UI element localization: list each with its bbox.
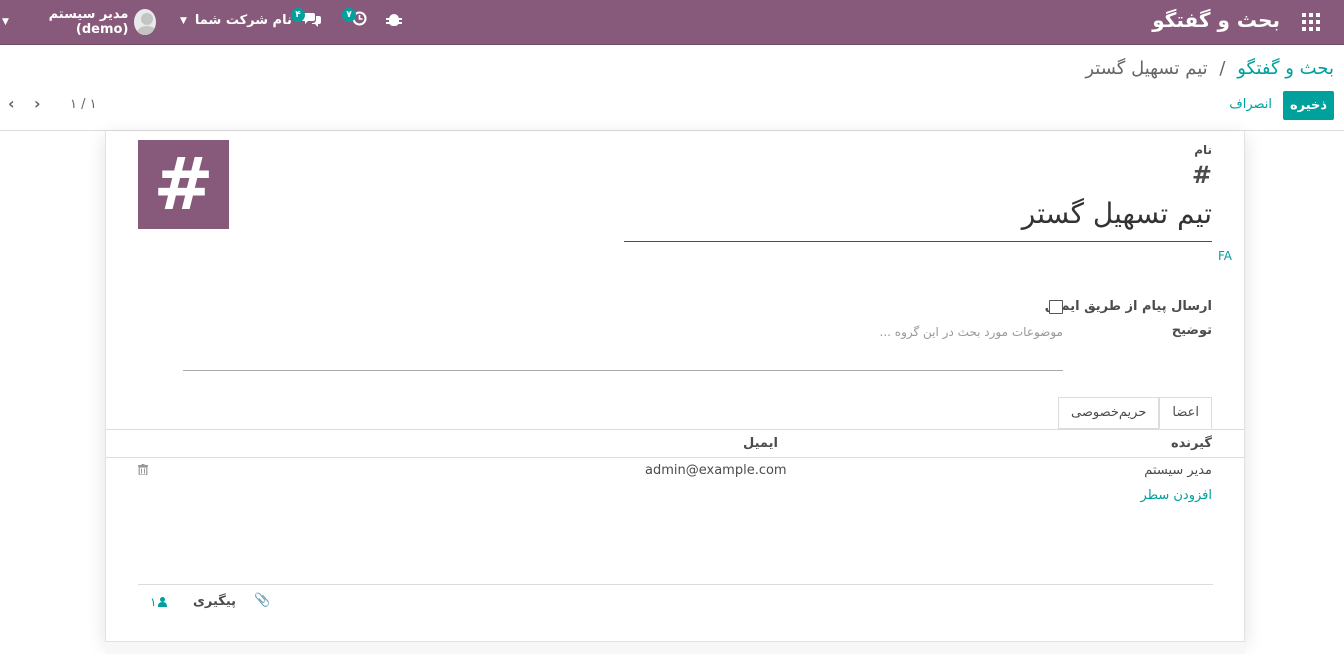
pager-value[interactable]: ۱ / ۱ (70, 97, 97, 112)
language-button[interactable]: FA (1218, 249, 1232, 263)
apps-menu-icon[interactable] (1302, 13, 1320, 31)
chevron-left-icon[interactable]: ‹ (8, 94, 15, 113)
tab-members[interactable]: اعضا (1159, 397, 1212, 429)
divider (138, 584, 1213, 585)
email-send-checkbox[interactable] (1049, 300, 1063, 314)
messaging-menu[interactable]: ۴ (291, 8, 321, 27)
chevron-right-icon[interactable]: › (34, 94, 41, 113)
follow-button[interactable]: پیگیری (193, 594, 236, 609)
user-icon (158, 597, 168, 607)
column-header-email[interactable]: ایمیل (743, 436, 778, 451)
user-menu[interactable]: مدیر سیستم (demo) ▼ (2, 7, 156, 37)
breadcrumb-parent[interactable]: بحث و گفتگو (1237, 58, 1334, 79)
app-brand[interactable]: بحث و گفتگو (1152, 8, 1280, 32)
email-send-label: ارسال پیام از طریق ایمیل (1044, 299, 1212, 314)
user-name: مدیر سیستم (demo) (48, 7, 129, 37)
name-input[interactable]: تیم تسهیل گستر (624, 197, 1212, 242)
divider (106, 457, 1245, 458)
caret-down-icon: ▼ (2, 17, 9, 27)
activities-menu[interactable]: ۷ (342, 7, 367, 26)
company-switcher[interactable]: نام شرکت شما ▼ (180, 13, 292, 28)
channel-image[interactable]: # (138, 140, 229, 229)
save-button[interactable]: ذخیره (1283, 91, 1334, 120)
breadcrumb-current: تیم تسهیل گستر (1085, 58, 1208, 79)
notebook-tabs: اعضا حریم‌خصوصی (1058, 397, 1212, 429)
paperclip-icon[interactable]: 📎 (254, 593, 270, 608)
breadcrumb: بحث و گفتگو / تیم تسهیل گستر (1085, 58, 1334, 79)
column-header-recipient[interactable]: گیرنده (1171, 436, 1212, 451)
discard-button[interactable]: انصراف (1229, 97, 1272, 112)
caret-down-icon: ▼ (180, 15, 187, 26)
add-line-link[interactable]: افزودن سطر (1141, 488, 1212, 503)
followers-button[interactable]: ۱ (150, 595, 168, 609)
tab-privacy[interactable]: حریم‌خصوصی (1058, 397, 1160, 429)
top-navbar: بحث و گفتگو مدیر سیستم (demo) ▼ نام شرکت… (0, 0, 1344, 45)
form-sheet: # نام # تیم تسهیل گستر FA ارسال پیام از … (105, 131, 1245, 642)
description-input[interactable]: موضوعات مورد بحث در این گروه ... (183, 323, 1063, 371)
company-name: نام شرکت شما (194, 13, 292, 28)
description-label: توضیح (1171, 323, 1212, 338)
breadcrumb-separator: / (1219, 58, 1226, 79)
row-recipient[interactable]: مدیر سیستم (1144, 463, 1212, 478)
bug-icon (386, 14, 402, 26)
divider (106, 429, 1245, 430)
activities-badge: ۷ (342, 7, 356, 22)
name-label: نام (1194, 143, 1212, 157)
row-email[interactable]: admin@example.com (645, 463, 787, 478)
messages-badge: ۴ (291, 8, 305, 22)
trash-icon[interactable] (138, 464, 148, 475)
sheet-bottom-shadow (105, 642, 1245, 654)
followers-count: ۱ (150, 595, 157, 609)
debug-menu[interactable] (386, 14, 402, 26)
avatar (134, 9, 156, 35)
hash-symbol: # (1191, 161, 1212, 189)
